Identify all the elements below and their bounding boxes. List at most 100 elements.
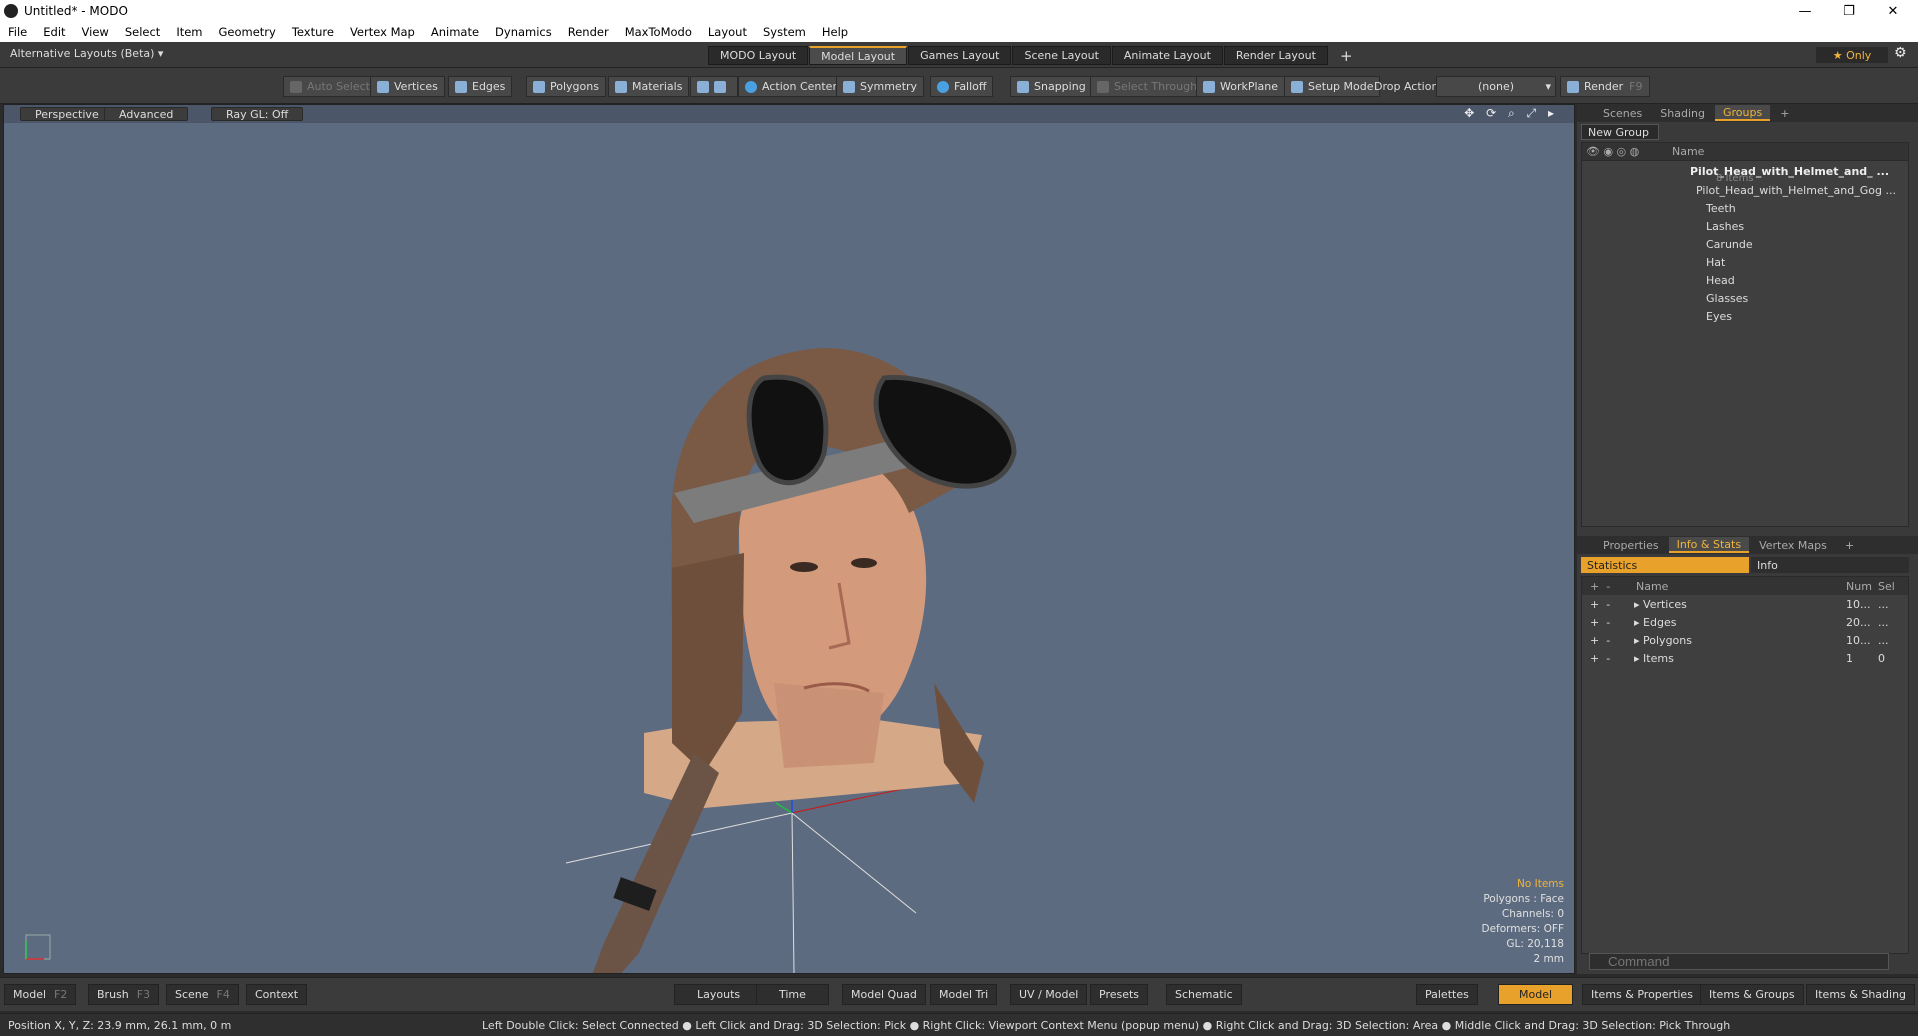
menu-animate[interactable]: Animate: [423, 25, 487, 39]
menu-texture[interactable]: Texture: [284, 25, 342, 39]
model-tri-button[interactable]: Model Tri: [930, 984, 998, 1005]
minimize-button[interactable]: —: [1784, 0, 1826, 22]
info-tab[interactable]: Info: [1751, 557, 1909, 573]
table-row[interactable]: + - ▸ Edges 20... ...: [1582, 613, 1908, 631]
tab-modo-layout[interactable]: MODO Layout: [708, 46, 809, 65]
menu-geometry[interactable]: Geometry: [211, 25, 284, 39]
tab-groups[interactable]: Groups: [1714, 105, 1771, 121]
name-column-header: Name: [1672, 145, 1705, 158]
auto-select-button[interactable]: Auto Select: [283, 76, 377, 97]
tab-scenes[interactable]: Scenes: [1595, 105, 1650, 121]
alternative-layouts-dropdown[interactable]: Alternative Layouts (Beta) ▾: [10, 47, 163, 60]
list-item[interactable]: Lashes: [1582, 217, 1908, 235]
stat-deformers: Deformers: OFF: [1481, 923, 1565, 935]
menu-view[interactable]: View: [74, 25, 117, 39]
vertices-button[interactable]: Vertices: [370, 76, 445, 97]
select-through-button[interactable]: Select Through: [1090, 76, 1205, 97]
table-row[interactable]: + - ▸ Polygons 10... ...: [1582, 631, 1908, 649]
table-row[interactable]: + - ▸ Items 1 0: [1582, 649, 1908, 667]
drop-action-select[interactable]: (none) ▾: [1436, 76, 1556, 97]
tab-animate-layout[interactable]: Animate Layout: [1111, 46, 1223, 65]
items-shading-button[interactable]: Items & Shading: [1806, 984, 1916, 1005]
list-item[interactable]: Teeth: [1582, 199, 1908, 217]
tab-games-layout[interactable]: Games Layout: [908, 46, 1012, 65]
list-item[interactable]: Pilot_Head_with_Helmet_and_Gog ...: [1582, 181, 1908, 199]
tab-properties[interactable]: Properties: [1595, 537, 1667, 553]
list-item[interactable]: Hat: [1582, 253, 1908, 271]
tab-model-layout[interactable]: Model Layout: [809, 46, 908, 65]
list-item[interactable]: Glasses: [1582, 289, 1908, 307]
close-button[interactable]: ✕: [1872, 0, 1914, 22]
model-mode-button[interactable]: Model F2: [4, 984, 77, 1005]
right-panel: Scenes Shading Groups + New Group 👁 ◉ ◎ …: [1577, 104, 1918, 974]
add-layout-button[interactable]: +: [1329, 46, 1364, 65]
table-row[interactable]: + - ▸ Vertices 10... ...: [1582, 595, 1908, 613]
tab-vertex-maps[interactable]: Vertex Maps: [1751, 537, 1835, 553]
list-item[interactable]: Carunde: [1582, 235, 1908, 253]
menu-select[interactable]: Select: [117, 25, 168, 39]
list-item[interactable]: Head: [1582, 271, 1908, 289]
statistics-tab[interactable]: Statistics: [1581, 557, 1749, 573]
polygons-button[interactable]: Polygons: [526, 76, 606, 97]
action-center-button[interactable]: Action Center: [738, 76, 844, 97]
add-tab-button[interactable]: +: [1772, 105, 1797, 121]
command-input[interactable]: [1589, 953, 1889, 970]
falloff-button[interactable]: Falloff: [930, 76, 994, 97]
vertices-label: Vertices: [394, 80, 438, 93]
menu-item[interactable]: Item: [168, 25, 210, 39]
raygl-button[interactable]: Ray GL: Off: [211, 107, 304, 121]
row-expand-icons[interactable]: + -: [1582, 616, 1634, 629]
advanced-button[interactable]: Advanced: [104, 107, 189, 121]
brush-mode-button[interactable]: Brush F3: [88, 984, 160, 1005]
items-properties-button[interactable]: Items & Properties: [1582, 984, 1702, 1005]
context-button[interactable]: Context: [246, 984, 308, 1005]
menu-edit[interactable]: Edit: [35, 25, 73, 39]
row-expand-icons[interactable]: + -: [1582, 598, 1634, 611]
menu-vertex-map[interactable]: Vertex Map: [342, 25, 423, 39]
presets-button[interactable]: Presets: [1090, 984, 1149, 1005]
row-expand-icons[interactable]: + -: [1582, 634, 1634, 647]
scene-mode-button[interactable]: Scene F4: [166, 984, 239, 1005]
schematic-button[interactable]: Schematic: [1166, 984, 1242, 1005]
time-button[interactable]: Time: [756, 984, 829, 1005]
gear-icon[interactable]: ⚙: [1894, 45, 1907, 61]
menu-system[interactable]: System: [755, 25, 814, 39]
palettes-button[interactable]: Palettes: [1416, 984, 1478, 1005]
only-toggle[interactable]: ★ Only: [1816, 47, 1888, 63]
snapping-button[interactable]: Snapping: [1010, 76, 1093, 97]
perspective-button[interactable]: Perspective: [20, 107, 114, 121]
menu-help[interactable]: Help: [814, 25, 856, 39]
selection-sets-button[interactable]: [690, 76, 738, 97]
materials-button[interactable]: Materials: [608, 76, 690, 97]
model-quad-button[interactable]: Model Quad: [842, 984, 926, 1005]
list-item[interactable]: Eyes: [1582, 307, 1908, 325]
stat-polygons: Polygons : Face: [1483, 893, 1564, 905]
add-tab-button[interactable]: +: [1837, 537, 1862, 553]
edges-button[interactable]: Edges: [448, 76, 513, 97]
layouts-button[interactable]: Layouts: [674, 984, 764, 1005]
menu-file[interactable]: File: [0, 25, 35, 39]
menu-maxtomodo[interactable]: MaxToModo: [617, 25, 700, 39]
pilot-head-model: [592, 348, 1017, 973]
menu-layout[interactable]: Layout: [700, 25, 755, 39]
3d-viewport[interactable]: Perspective Advanced Ray GL: Off ✥ ⟳ ⌕ ⤢…: [3, 104, 1575, 974]
vertices-icon: [377, 80, 389, 93]
viewport-nav-icons[interactable]: ✥ ⟳ ⌕ ⤢ ▸: [1464, 106, 1558, 121]
symmetry-button[interactable]: Symmetry: [836, 76, 925, 97]
new-group-button[interactable]: New Group: [1581, 124, 1659, 140]
tab-scene-layout[interactable]: Scene Layout: [1012, 46, 1111, 65]
tab-shading[interactable]: Shading: [1652, 105, 1713, 121]
model-layout-button[interactable]: Model: [1498, 984, 1574, 1005]
row-expand-icons[interactable]: + -: [1582, 652, 1634, 665]
tab-render-layout[interactable]: Render Layout: [1223, 46, 1328, 65]
drop-action-label: Drop Action: [1374, 80, 1439, 93]
items-groups-button[interactable]: Items & Groups: [1700, 984, 1804, 1005]
menu-dynamics[interactable]: Dynamics: [487, 25, 560, 39]
workplane-button[interactable]: WorkPlane: [1196, 76, 1286, 97]
render-button[interactable]: Render F9: [1560, 76, 1650, 97]
menu-render[interactable]: Render: [560, 25, 617, 39]
uv-model-button[interactable]: UV / Model: [1010, 984, 1088, 1005]
maximize-button[interactable]: ❐: [1828, 0, 1870, 22]
tab-info-stats[interactable]: Info & Stats: [1668, 537, 1750, 553]
setup-mode-button[interactable]: Setup Mode: [1284, 76, 1381, 97]
